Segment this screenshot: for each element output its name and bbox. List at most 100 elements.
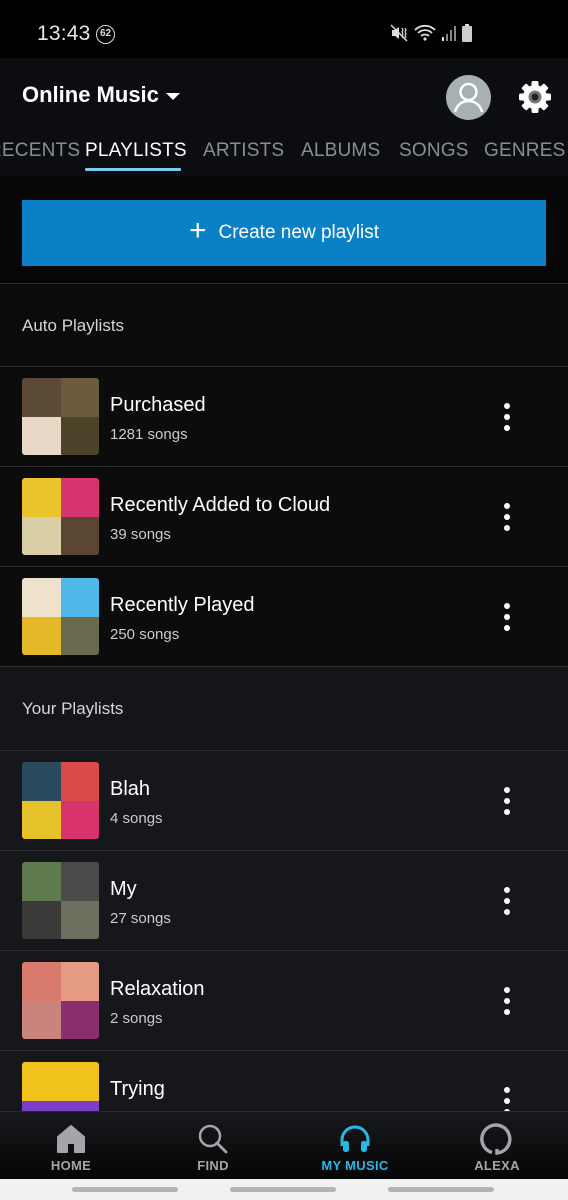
playlist-row-trying[interactable]: Trying [0,1051,568,1111]
artwork-tile [22,516,61,555]
artwork-tile [22,1062,61,1101]
artwork-tile [60,800,99,839]
artwork-tile [22,578,61,617]
playlist-row-recently-added[interactable]: Recently Added to Cloud 39 songs [0,467,568,566]
playlist-artwork [22,1062,99,1111]
artwork-tile [22,962,61,1001]
playlist-name: Recently Played [110,594,255,616]
section-title: Your Playlists [22,699,124,718]
artwork-tile [22,1100,61,1111]
library-source-title[interactable]: Online Music [22,82,159,108]
battery-icon [462,24,472,47]
artwork-tile [22,378,61,417]
user-avatar-icon[interactable] [446,75,491,120]
playlist-song-count: 27 songs [110,910,171,927]
artwork-tile [60,378,99,417]
playlist-artwork [22,762,99,839]
create-playlist-label: Create new playlist [218,222,380,243]
playlist-song-count: 1281 songs [110,426,188,443]
playlist-row-my[interactable]: My 27 songs [0,851,568,950]
playlist-artwork [22,478,99,555]
nav-label: MY MUSIC [321,1158,389,1173]
alexa-icon [480,1123,512,1155]
artwork-tile [22,900,61,939]
more-options-icon[interactable] [497,787,517,815]
tab-playlists[interactable]: PLAYLISTS [85,140,187,162]
artwork-tile [22,416,61,455]
artwork-tile [22,1000,61,1039]
tab-recents[interactable]: RECENTS [0,140,80,162]
system-nav-home-button[interactable] [230,1187,336,1192]
playlist-name: Purchased [110,394,206,416]
signal-icon [442,25,456,46]
playlist-song-count: 39 songs [110,526,171,543]
nav-my-music[interactable]: MY MUSIC [284,1112,426,1180]
playlist-row-recently-played[interactable]: Recently Played 250 songs [0,567,568,666]
artwork-tile [60,862,99,901]
playlist-row-blah[interactable]: Blah 4 songs [0,751,568,850]
artwork-tile [60,1100,99,1111]
gear-icon[interactable] [517,79,553,115]
create-playlist-area: + Create new playlist [0,176,568,283]
playlist-song-count: 4 songs [110,810,163,827]
app-header: Online Music RECENTS PLAYLISTS ARTISTS A… [0,58,568,176]
artwork-tile [60,962,99,1001]
artwork-tile [60,516,99,555]
playlist-artwork [22,378,99,455]
playlist-row-relaxation[interactable]: Relaxation 2 songs [0,951,568,1050]
tab-albums[interactable]: ALBUMS [301,140,380,162]
playlist-name: Blah [110,778,151,800]
artwork-tile [22,616,61,655]
more-options-icon[interactable] [497,887,517,915]
notification-badge: 62 [96,25,115,44]
library-tabs: RECENTS PLAYLISTS ARTISTS ALBUMS SONGS G… [0,136,568,176]
nav-label: ALEXA [474,1158,520,1173]
more-options-icon[interactable] [497,503,517,531]
headphones-icon [340,1125,370,1152]
playlist-artwork [22,862,99,939]
playlist-song-count: 2 songs [110,1010,163,1027]
artwork-tile [60,1000,99,1039]
system-nav-recents-button[interactable] [72,1187,178,1192]
section-title: Auto Playlists [22,316,125,335]
playlist-name: Recently Added to Cloud [110,494,331,516]
section-header-your-playlists: Your Playlists [0,667,568,750]
nav-label: FIND [197,1158,229,1173]
more-options-icon[interactable] [497,603,517,631]
tab-songs[interactable]: SONGS [399,140,469,162]
artwork-tile [60,616,99,655]
plus-icon: + [188,214,207,247]
artwork-tile [60,578,99,617]
wifi-icon [414,24,436,47]
playlist-name: Relaxation [110,978,205,1000]
playlist-name: Trying [110,1078,165,1100]
playlist-artwork [22,962,99,1039]
artwork-tile [60,416,99,455]
tab-artists[interactable]: ARTISTS [203,140,284,162]
artwork-tile [22,862,61,901]
nav-home[interactable]: HOME [0,1112,142,1180]
home-icon [57,1125,85,1153]
playlist-name: My [110,878,137,900]
more-options-icon[interactable] [497,1087,517,1111]
mute-vibrate-icon [390,24,408,47]
playlist-row-purchased[interactable]: Purchased 1281 songs [0,367,568,466]
artwork-tile [60,762,99,801]
caret-down-icon[interactable] [166,93,180,100]
section-header-auto-playlists: Auto Playlists [0,284,568,366]
system-navigation-bar [0,1179,568,1200]
create-playlist-button[interactable]: + Create new playlist [22,200,546,266]
artwork-tile [22,478,61,517]
more-options-icon[interactable] [497,987,517,1015]
artwork-tile [60,478,99,517]
status-bar: 13:43 62 [0,0,568,58]
nav-alexa[interactable]: ALEXA [426,1112,568,1180]
nav-find[interactable]: FIND [142,1112,284,1180]
active-tab-indicator [85,168,181,171]
tab-genres[interactable]: GENRES [484,140,565,162]
system-nav-back-button[interactable] [388,1187,494,1192]
artwork-tile [22,800,61,839]
playlist-artwork [22,578,99,655]
more-options-icon[interactable] [497,403,517,431]
artwork-tile [60,900,99,939]
